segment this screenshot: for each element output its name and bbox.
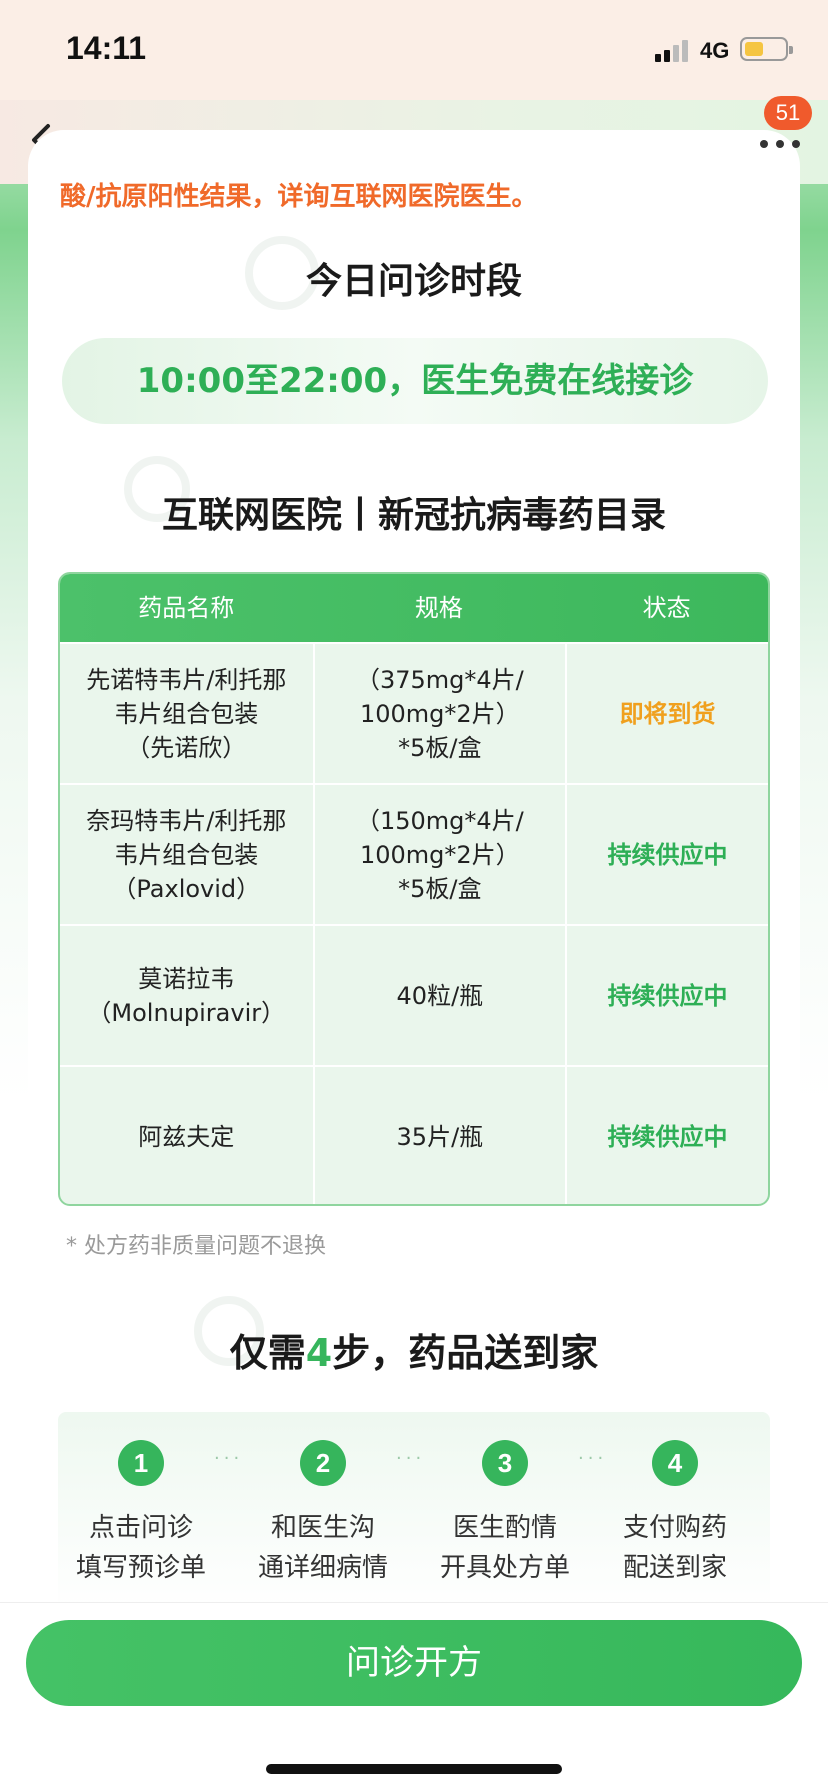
consult-title: 今日问诊时段 [305, 261, 522, 302]
catalog-title: 互联网医院丨新冠抗病毒药目录 [161, 495, 666, 536]
drug-status: 即将到货 [565, 644, 768, 783]
drug-status: 持续供应中 [565, 926, 768, 1065]
notice-text: 酸/抗原阳性结果，详询互联网医院医生。 [60, 182, 538, 208]
home-indicator [266, 1764, 562, 1774]
signal-icon [655, 40, 691, 62]
step-label: 医生酌情 开具处方单 [439, 1513, 570, 1583]
drug-name: 先诺特韦片/利托那 韦片组合包装 （先诺欣） [86, 665, 287, 762]
drug-name: 莫诺拉韦 （Molnupiravir） [87, 964, 286, 1027]
step-separator: ··· [578, 1448, 608, 1469]
consult-hours: 10:00至22:00，医生免费在线接诊 [62, 338, 768, 424]
drug-spec: （375mg*4片/ 100mg*2片） *5板/盒 [312, 644, 566, 783]
step-number: 1 [118, 1440, 164, 1486]
header-spec: 规格 [414, 594, 463, 622]
drug-spec: 35片/瓶 [312, 1067, 566, 1204]
step-number: 3 [482, 1440, 528, 1486]
drug-spec: 40粒/瓶 [312, 926, 566, 1065]
drug-status: 持续供应中 [565, 1067, 768, 1204]
consult-prescribe-button[interactable]: 问诊开方 [26, 1620, 802, 1706]
drug-catalog-table: 药品名称 规格 状态 先诺特韦片/利托那 韦片组合包装 （先诺欣） （375mg… [58, 572, 770, 1206]
step-label: 和医生沟 通详细病情 [257, 1513, 388, 1583]
step-number: 4 [652, 1440, 698, 1486]
battery-icon [740, 37, 793, 61]
step-label: 点击问诊 填写预诊单 [75, 1513, 206, 1583]
header-status: 状态 [642, 594, 691, 622]
table-row: 阿兹夫定 35片/瓶 持续供应中 [60, 1065, 768, 1204]
table-row: 奈玛特韦片/利托那 韦片组合包装 （Paxlovid） （150mg*4片/ 1… [60, 783, 768, 924]
steps-title: 仅需4步，药品送到家 [0, 1322, 828, 1377]
drug-name: 奈玛特韦片/利托那 韦片组合包装 （Paxlovid） [86, 806, 287, 903]
table-header: 药品名称 规格 状态 [60, 574, 768, 642]
status-bar: 14:11 4G [0, 0, 828, 100]
return-policy-note: * 处方药非质量问题不退换 [66, 1234, 326, 1259]
table-row: 莫诺拉韦 （Molnupiravir） 40粒/瓶 持续供应中 [60, 924, 768, 1065]
steps-title-prefix: 仅需 [229, 1331, 306, 1375]
steps-title-suffix: 步，药品送到家 [332, 1331, 599, 1375]
steps-title-number: 4 [305, 1331, 333, 1375]
network-type: 4G [700, 38, 730, 63]
step-separator: ··· [214, 1448, 244, 1469]
step-label: 支付购药 配送到家 [622, 1513, 727, 1583]
header-drug-name: 药品名称 [138, 594, 235, 622]
drug-spec: （150mg*4片/ 100mg*2片） *5板/盒 [312, 785, 566, 924]
step-separator: ··· [396, 1448, 426, 1469]
drug-status: 持续供应中 [565, 785, 768, 924]
drug-name: 阿兹夫定 [138, 1122, 235, 1151]
table-row: 先诺特韦片/利托那 韦片组合包装 （先诺欣） （375mg*4片/ 100mg*… [60, 642, 768, 783]
status-time: 14:11 [66, 30, 147, 66]
notification-badge: 51 [764, 96, 812, 130]
step-number: 2 [300, 1440, 346, 1486]
